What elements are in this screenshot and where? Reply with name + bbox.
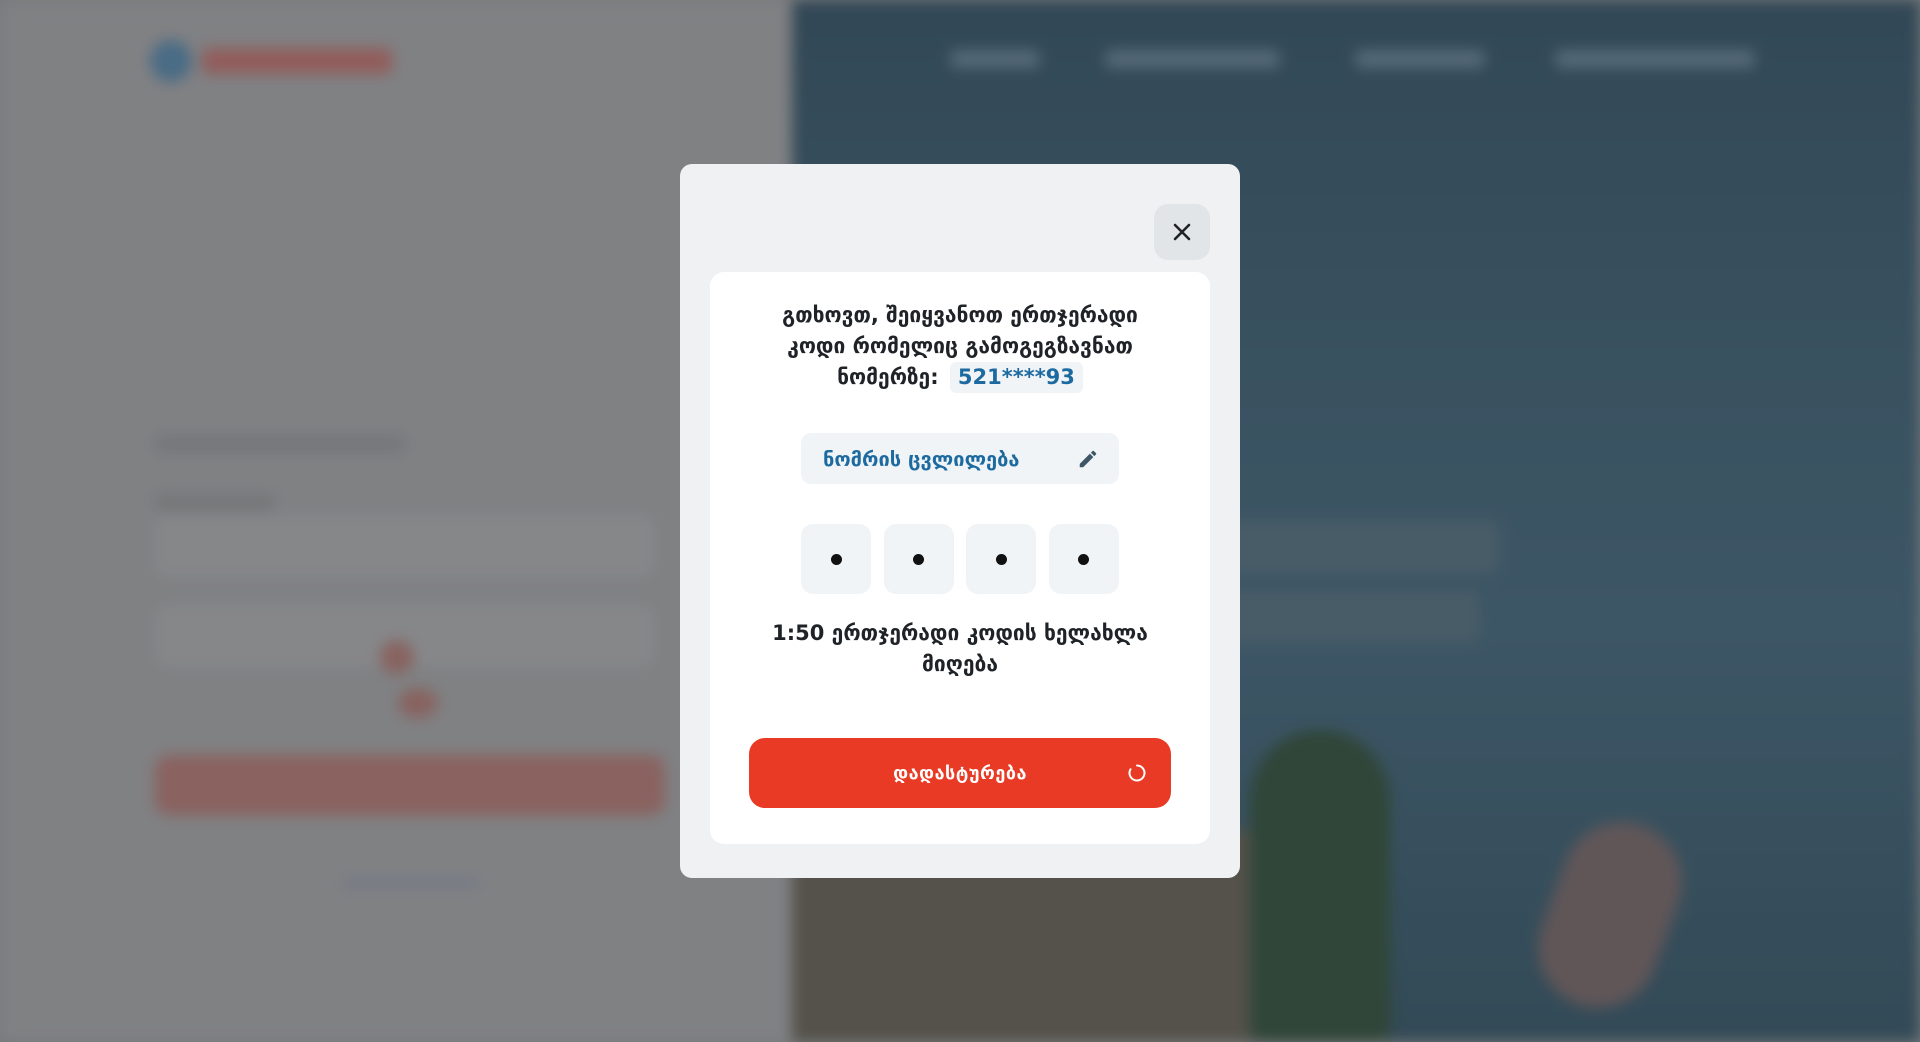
masked-digit bbox=[995, 553, 1007, 565]
change-number-button[interactable]: ნომრის ცვლილება bbox=[801, 433, 1119, 484]
otp-digit-1[interactable] bbox=[801, 524, 871, 594]
pencil-icon bbox=[1079, 450, 1097, 467]
masked-digit bbox=[913, 553, 925, 565]
confirm-button-label: დადასტურება bbox=[893, 762, 1027, 784]
confirm-button[interactable]: დადასტურება bbox=[749, 738, 1171, 808]
otp-input-group bbox=[801, 524, 1119, 594]
otp-digit-3[interactable] bbox=[966, 524, 1037, 594]
close-icon bbox=[1173, 223, 1191, 241]
close-button[interactable] bbox=[1154, 204, 1210, 260]
spinner-icon bbox=[1128, 764, 1146, 782]
change-number-label: ნომრის ცვლილება bbox=[823, 446, 1020, 471]
masked-phone-number: 521****93 bbox=[949, 362, 1083, 393]
otp-digit-4[interactable] bbox=[1048, 524, 1119, 594]
masked-digit bbox=[1078, 553, 1090, 565]
otp-modal: გთხოვთ, შეიყვანოთ ერთჯერადი კოდი რომელიც… bbox=[680, 164, 1240, 878]
masked-digit bbox=[830, 553, 842, 565]
resend-code-timer: 1:50 ერთჯერადი კოდის ხელახლა მიღება bbox=[772, 621, 1148, 676]
otp-digit-2[interactable] bbox=[883, 524, 954, 594]
otp-card: გთხოვთ, შეიყვანოთ ერთჯერადი კოდი რომელიც… bbox=[710, 272, 1210, 844]
otp-instructions: გთხოვთ, შეიყვანოთ ერთჯერადი კოდი რომელიც… bbox=[760, 300, 1160, 393]
